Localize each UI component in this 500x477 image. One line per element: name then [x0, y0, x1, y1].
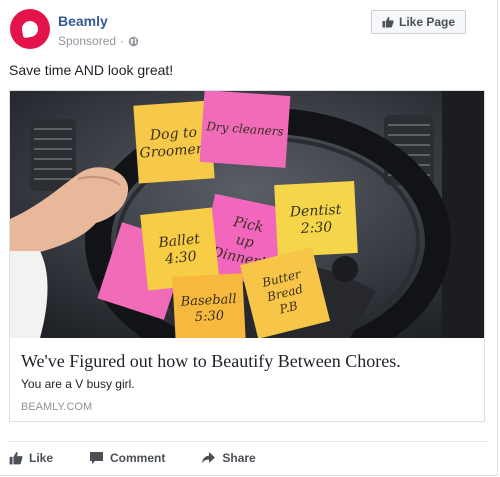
sticky-note-text: Dog to — [148, 125, 197, 144]
globe-icon[interactable] — [128, 36, 139, 47]
like-page-label: Like Page — [398, 15, 456, 29]
like-page-button[interactable]: Like Page — [371, 10, 466, 34]
card-domain: BEAMLY.COM — [21, 401, 93, 413]
post-meta: Sponsored · — [58, 34, 139, 48]
sticky-note-text: Baseball — [179, 292, 237, 310]
comment-label: Comment — [110, 451, 166, 465]
post-actions-bar: Like Comment Share — [9, 449, 292, 467]
card-headline[interactable]: We've Figured out how to Beautify Betwee… — [21, 351, 401, 372]
thumbs-up-icon — [9, 452, 23, 465]
sticky-note: Baseball5:30 — [172, 273, 246, 338]
actions-divider — [9, 441, 487, 442]
share-arrow-icon — [202, 452, 216, 464]
sponsored-label[interactable]: Sponsored — [58, 34, 116, 48]
post-text: Save time AND look great! — [9, 62, 174, 78]
page-avatar[interactable] — [10, 9, 50, 49]
sticky-note: Dentist2:30 — [274, 180, 358, 258]
thumbs-up-icon — [382, 16, 394, 28]
sticky-note-text: 5:30 — [194, 309, 224, 326]
like-button[interactable]: Like — [9, 451, 53, 465]
link-preview-card[interactable]: Dog to Groomers Dry cleaners Pick up Dinner!!… — [9, 90, 485, 422]
page-name-link[interactable]: Beamly — [58, 13, 108, 29]
post-header: Beamly Sponsored · Like Page — [10, 9, 488, 53]
sponsored-post: Beamly Sponsored · Like Page Save time A… — [0, 0, 498, 476]
card-description: You are a V busy girl. — [21, 377, 135, 391]
sticky-note-text: Dentist — [288, 202, 342, 221]
like-label: Like — [29, 451, 54, 465]
sticky-note: Dry cleaners — [199, 91, 291, 168]
sticky-note-text: 2:30 — [299, 219, 332, 237]
ad-photo[interactable]: Dog to Groomers Dry cleaners Pick up Dinner!!… — [10, 91, 484, 338]
comment-button[interactable]: Comment — [89, 451, 165, 465]
meta-separator: · — [120, 34, 125, 48]
share-label: Share — [222, 451, 256, 465]
share-button[interactable]: Share — [201, 451, 256, 465]
sticky-notes-layer: Dog toGroomersDry cleanersPickupDinner!!… — [97, 91, 358, 338]
comment-bubble-icon — [90, 452, 104, 464]
beamly-logo-icon — [20, 19, 40, 39]
sticky-note-text: 4:30 — [163, 249, 197, 268]
